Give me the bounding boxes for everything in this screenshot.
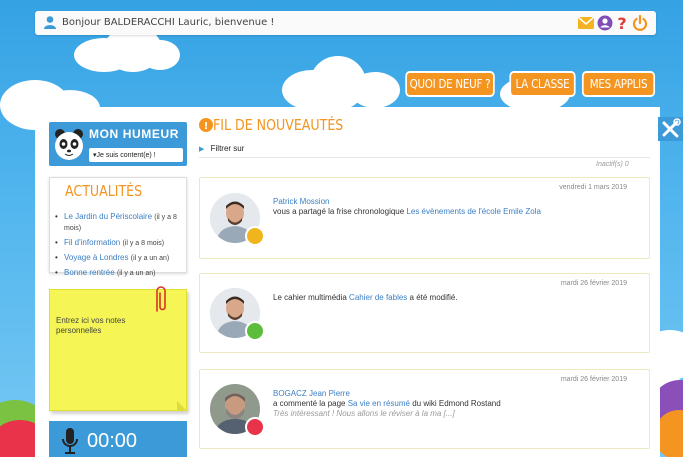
feed-card: mardi 26 février 2019 Le cahier multiméd… — [199, 273, 650, 353]
news-link[interactable]: Voyage à Londres — [64, 253, 129, 262]
sticky-fold — [177, 401, 186, 410]
card-body-text: vous a partagé la frise chronologique — [273, 207, 407, 216]
card-date: mardi 26 février 2019 — [560, 280, 627, 287]
notes-placeholder[interactable]: Entrez ici vos notes personnelles — [56, 316, 166, 336]
nav-mes-applis[interactable]: MES APPLIS — [581, 71, 656, 97]
card-body: a commenté la page Sa vie en résumé du w… — [273, 399, 501, 409]
nav-quoi-de-neuf[interactable]: QUOI DE NEUF ? — [405, 71, 495, 97]
svg-text:?: ? — [617, 15, 626, 31]
triangle-right-icon: ▶ — [199, 146, 205, 153]
card-quote: Très intéressant ! Nous allons le révise… — [273, 409, 455, 418]
card-body-text: a commenté la page — [273, 399, 348, 408]
filter-toggle[interactable]: ▶ Filtrer sur — [199, 144, 244, 153]
card-link[interactable]: Les évènements de l'école Emile Zola — [406, 207, 541, 216]
feed-card: vendredi 1 mars 2019 Patrick Mossion vou… — [199, 177, 650, 259]
list-item: Fil d'information (il y a 8 mois) — [55, 238, 187, 249]
list-item: Bonne rentrée (il y a un an) — [55, 268, 187, 279]
mail-icon[interactable] — [578, 17, 594, 29]
card-author[interactable]: BOGACZ Jean Pierre — [273, 389, 501, 399]
card-text: Le cahier multimédia Cahier de fables a … — [273, 293, 458, 303]
card-body-text: du wiki Edmond Rostand — [409, 399, 501, 408]
timer-display: 00:00 — [87, 430, 138, 452]
card-author[interactable]: Patrick Mossion — [273, 197, 541, 207]
svg-text:!: ! — [204, 121, 209, 132]
card-type-badge — [245, 226, 265, 246]
greeting-text: Bonjour BALDERACCHI Lauric, bienvenue ! — [62, 17, 275, 28]
feed-title: FIL DE NOUVEAUTÉS — [213, 116, 344, 134]
card-text: Patrick Mossion vous a partagé la frise … — [273, 197, 541, 217]
card-text: BOGACZ Jean Pierre a commenté la page Sa… — [273, 389, 501, 419]
card-link[interactable]: Cahier de fables — [349, 293, 407, 302]
news-link[interactable]: Bonne rentrée — [64, 268, 115, 277]
divider — [199, 157, 650, 158]
voice-recorder: 00:00 — [49, 421, 187, 457]
filter-label: Filtrer sur — [210, 144, 245, 153]
card-body-text: Le cahier multimédia — [273, 293, 350, 302]
card-link[interactable]: Sa vie en résumé — [348, 399, 410, 408]
news-link[interactable]: Le Jardin du Périscolaire — [64, 212, 152, 221]
card-type-badge — [245, 321, 265, 341]
news-widget: ACTUALITÉS Le Jardin du Périscolaire (il… — [49, 177, 187, 278]
user-icon — [44, 16, 56, 29]
mood-widget: MON HUMEUR ▾Je suis content(e) ! — [49, 122, 187, 166]
cloud — [350, 72, 400, 108]
top-bar: Bonjour BALDERACCHI Lauric, bienvenue ! … — [35, 11, 656, 35]
inactive-count: Inactif(s) 0 — [596, 161, 629, 168]
news-age: (il y a un an) — [116, 270, 156, 277]
news-list: Le Jardin du Périscolaire (il y a 8 mois… — [55, 212, 187, 283]
list-item: Le Jardin du Périscolaire (il y a 8 mois… — [55, 212, 187, 234]
tools-button[interactable] — [658, 117, 683, 141]
feed-icon: ! — [199, 118, 213, 132]
card-date: mardi 26 février 2019 — [560, 376, 627, 383]
tools-icon — [662, 118, 681, 138]
feed-card: mardi 26 février 2019 BOGACZ Jean Pierre… — [199, 369, 650, 449]
mood-select[interactable]: ▾Je suis content(e) ! — [89, 148, 183, 162]
help-icon[interactable]: ? — [616, 15, 628, 31]
microphone-icon[interactable] — [61, 428, 79, 454]
news-age: (il y a un an) — [130, 255, 170, 262]
mood-title: MON HUMEUR — [89, 127, 179, 141]
card-body-text: a été modifié. — [407, 293, 458, 302]
paperclip-icon — [156, 286, 166, 312]
panda-icon — [55, 129, 83, 160]
news-age: (il y a 8 mois) — [122, 240, 165, 247]
news-title: ACTUALITÉS — [65, 182, 143, 200]
cloud — [140, 40, 180, 70]
power-icon[interactable] — [632, 15, 648, 31]
card-type-badge — [245, 417, 265, 437]
card-date: vendredi 1 mars 2019 — [559, 184, 627, 191]
nav-la-classe[interactable]: LA CLASSE — [509, 71, 576, 97]
list-item: Voyage à Londres (il y a un an) — [55, 253, 187, 264]
card-body: vous a partagé la frise chronologique Le… — [273, 207, 541, 217]
news-link[interactable]: Fil d'information — [64, 238, 120, 247]
account-icon[interactable] — [597, 15, 613, 31]
